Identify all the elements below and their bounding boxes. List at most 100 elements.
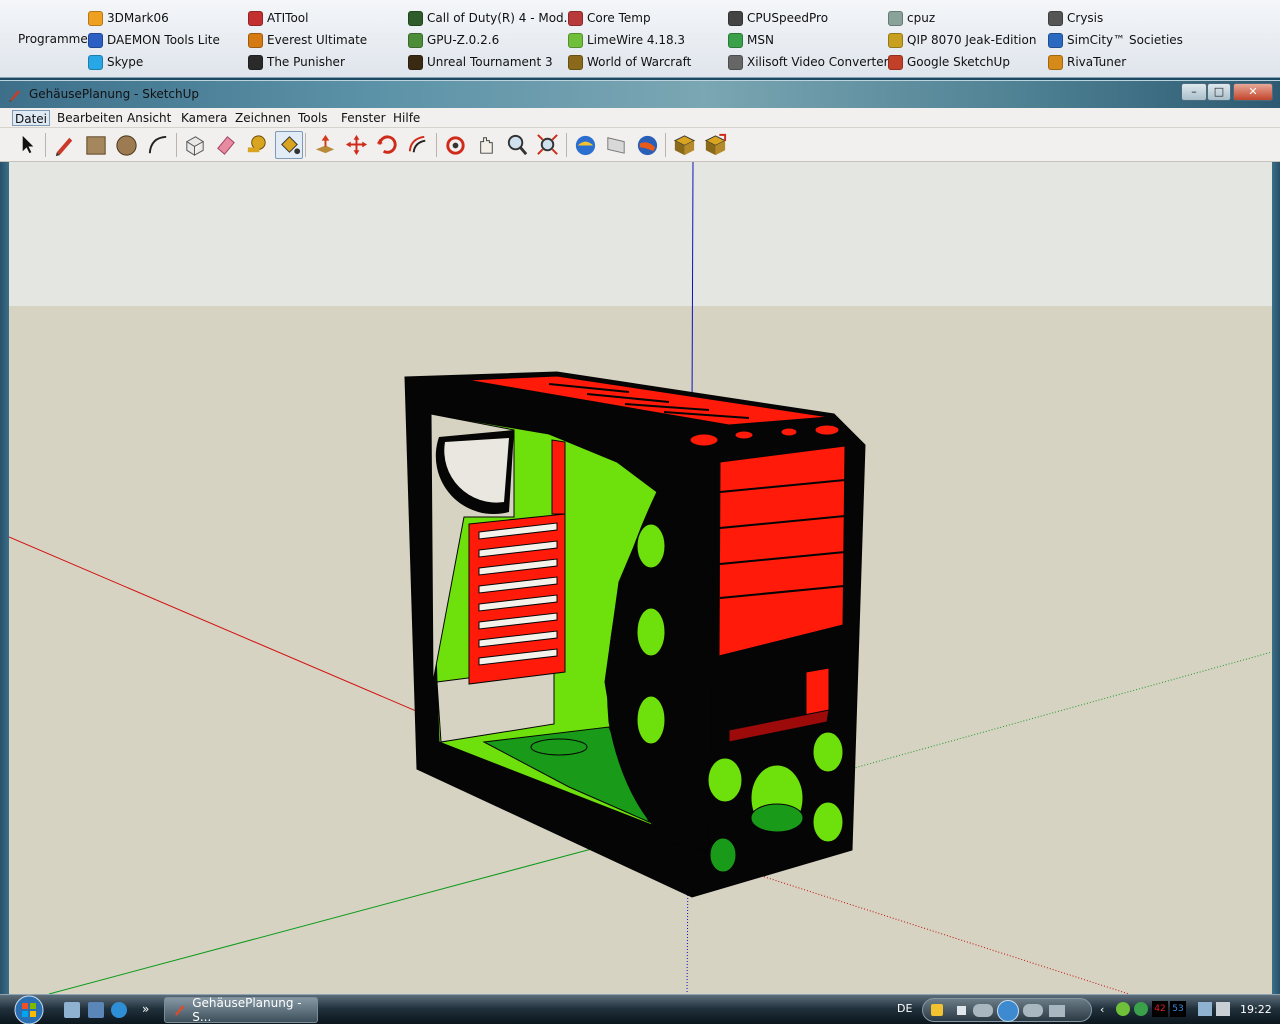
launcher-item[interactable]: cpuz: [888, 8, 935, 28]
share-model-button[interactable]: [602, 131, 630, 159]
title-bar[interactable]: GehäusePlanung - SketchUp – □ ✕: [0, 80, 1280, 108]
front-led-1: [780, 427, 798, 437]
volume-icon[interactable]: [1049, 1005, 1065, 1017]
paint-bucket-button[interactable]: [275, 131, 303, 159]
close-button[interactable]: ✕: [1233, 83, 1273, 101]
launcher-item[interactable]: Core Temp: [568, 8, 651, 28]
launcher-item[interactable]: SimCity™ Societies: [1048, 30, 1183, 50]
launcher-item[interactable]: Everest Ultimate: [248, 30, 367, 50]
menu-fenster[interactable]: Fenster: [339, 110, 388, 126]
launcher-item-label: DAEMON Tools Lite: [107, 33, 220, 47]
circle-tool-button[interactable]: [113, 131, 141, 159]
arc-tool-button[interactable]: [144, 131, 172, 159]
move-tool-button[interactable]: [342, 131, 370, 159]
media-player-controls[interactable]: [922, 998, 1092, 1022]
launcher-item-label: LimeWire 4.18.3: [587, 33, 686, 47]
simcity-icon: [1048, 32, 1063, 48]
google-earth-button[interactable]: [633, 131, 661, 159]
share-component-button[interactable]: [701, 131, 729, 159]
stop-icon[interactable]: [957, 1006, 966, 1015]
launcher-item[interactable]: MSN: [728, 30, 774, 50]
zoom-tool-button[interactable]: [503, 131, 531, 159]
menu-zeichnen[interactable]: Zeichnen: [233, 110, 293, 126]
toolbar-separator: [566, 133, 567, 157]
menu-ansicht[interactable]: Ansicht: [125, 110, 173, 126]
launcher-item[interactable]: Google SketchUp: [888, 52, 1010, 72]
next-icon[interactable]: [1023, 1004, 1043, 1017]
menu-hilfe[interactable]: Hilfe: [391, 110, 422, 126]
network-icon[interactable]: [1198, 1002, 1212, 1016]
internet-explorer-icon[interactable]: [111, 1002, 127, 1018]
launcher-item[interactable]: Crysis: [1048, 8, 1103, 28]
make-component-icon: [185, 136, 205, 156]
push-pull-icon: [315, 134, 335, 154]
menu-bearbeiten[interactable]: Bearbeiten: [55, 110, 125, 126]
launcher-item[interactable]: Call of Duty(R) 4 - Mod...: [408, 8, 575, 28]
launcher-item[interactable]: RivaTuner: [1048, 52, 1126, 72]
launcher-item[interactable]: GPU-Z.0.2.6: [408, 30, 499, 50]
menu-bar: Datei Bearbeiten Ansicht Kamera Zeichnen Tool…: [0, 108, 1280, 128]
launcher-item[interactable]: World of Warcraft: [568, 52, 691, 72]
push-pull-button[interactable]: [311, 131, 339, 159]
share-component-icon: [704, 133, 727, 156]
get-models-button[interactable]: [571, 131, 599, 159]
launcher-item[interactable]: LimeWire 4.18.3: [568, 30, 685, 50]
pause-icon[interactable]: [997, 1000, 1019, 1022]
launcher-item[interactable]: ATITool: [248, 8, 308, 28]
everest-icon: [248, 32, 263, 48]
pan-tool-icon: [480, 137, 493, 154]
launcher-item-label: Call of Duty(R) 4 - Mod...: [427, 11, 576, 25]
language-indicator[interactable]: DE: [897, 1002, 912, 1015]
maximize-button[interactable]: □: [1207, 83, 1231, 101]
rectangle-tool-button[interactable]: [82, 131, 110, 159]
rivatuner-icon: [1048, 54, 1063, 70]
reset-button: [734, 430, 754, 440]
eraser-tool-button[interactable]: [212, 131, 240, 159]
launcher-item[interactable]: QIP 8070 Jeak-Edition: [888, 30, 1036, 50]
select-tool-button[interactable]: [14, 131, 42, 159]
orbit-tool-button[interactable]: [441, 131, 469, 159]
launcher-item[interactable]: Unreal Tournament 3: [408, 52, 553, 72]
start-button[interactable]: [8, 995, 50, 1024]
msn-tray-icon[interactable]: [1134, 1002, 1148, 1016]
taskbar-button-sketchup[interactable]: GehäusePlanung - S...: [164, 996, 318, 1024]
circle-tool-icon: [116, 135, 137, 156]
msn-icon: [728, 32, 743, 48]
chevron-right-icon[interactable]: »: [142, 1002, 158, 1018]
clock[interactable]: 19:22: [1240, 1003, 1272, 1016]
launcher-item[interactable]: CPUSpeedPro: [728, 8, 828, 28]
rectangle-tool-icon: [86, 136, 106, 155]
make-component-button[interactable]: [181, 131, 209, 159]
menu-tools[interactable]: Tools: [296, 110, 330, 126]
gpu-temp-tray[interactable]: 53: [1170, 1001, 1186, 1017]
chevron-left-icon[interactable]: ‹: [1100, 1003, 1104, 1016]
window-border-right: [1272, 162, 1280, 994]
zoom-extents-button[interactable]: [534, 131, 562, 159]
pencil-tool-button[interactable]: [51, 131, 79, 159]
drawing-viewport[interactable]: [9, 162, 1272, 994]
minimize-button[interactable]: –: [1181, 83, 1207, 101]
zoom-extents-icon: [537, 134, 558, 155]
tape-measure-button[interactable]: [243, 131, 271, 159]
launcher-item[interactable]: Skype: [88, 52, 143, 72]
speaker-icon[interactable]: [1216, 1002, 1230, 1016]
launcher-item[interactable]: 3DMark06: [88, 8, 169, 28]
switch-windows-icon[interactable]: [88, 1002, 104, 1018]
rotate-tool-button[interactable]: [373, 131, 401, 159]
window-border-left: [0, 162, 9, 994]
menu-datei[interactable]: Datei: [12, 110, 51, 126]
limewire-tray-icon[interactable]: [1116, 1002, 1130, 1016]
cpu-temp-tray[interactable]: 42: [1152, 1001, 1168, 1017]
power-button: [689, 433, 719, 447]
rotate-tool-icon: [376, 135, 397, 154]
previous-icon[interactable]: [973, 1004, 993, 1017]
offset-tool-button[interactable]: [404, 131, 432, 159]
launcher-item[interactable]: The Punisher: [248, 52, 345, 72]
menu-kamera[interactable]: Kamera: [179, 110, 229, 126]
sky-area: [9, 162, 1272, 306]
pan-tool-button[interactable]: [472, 131, 500, 159]
show-desktop-icon[interactable]: [64, 1002, 80, 1018]
get-components-button[interactable]: [670, 131, 698, 159]
launcher-item[interactable]: Xilisoft Video Converter...: [728, 52, 899, 72]
launcher-item[interactable]: DAEMON Tools Lite: [88, 30, 220, 50]
